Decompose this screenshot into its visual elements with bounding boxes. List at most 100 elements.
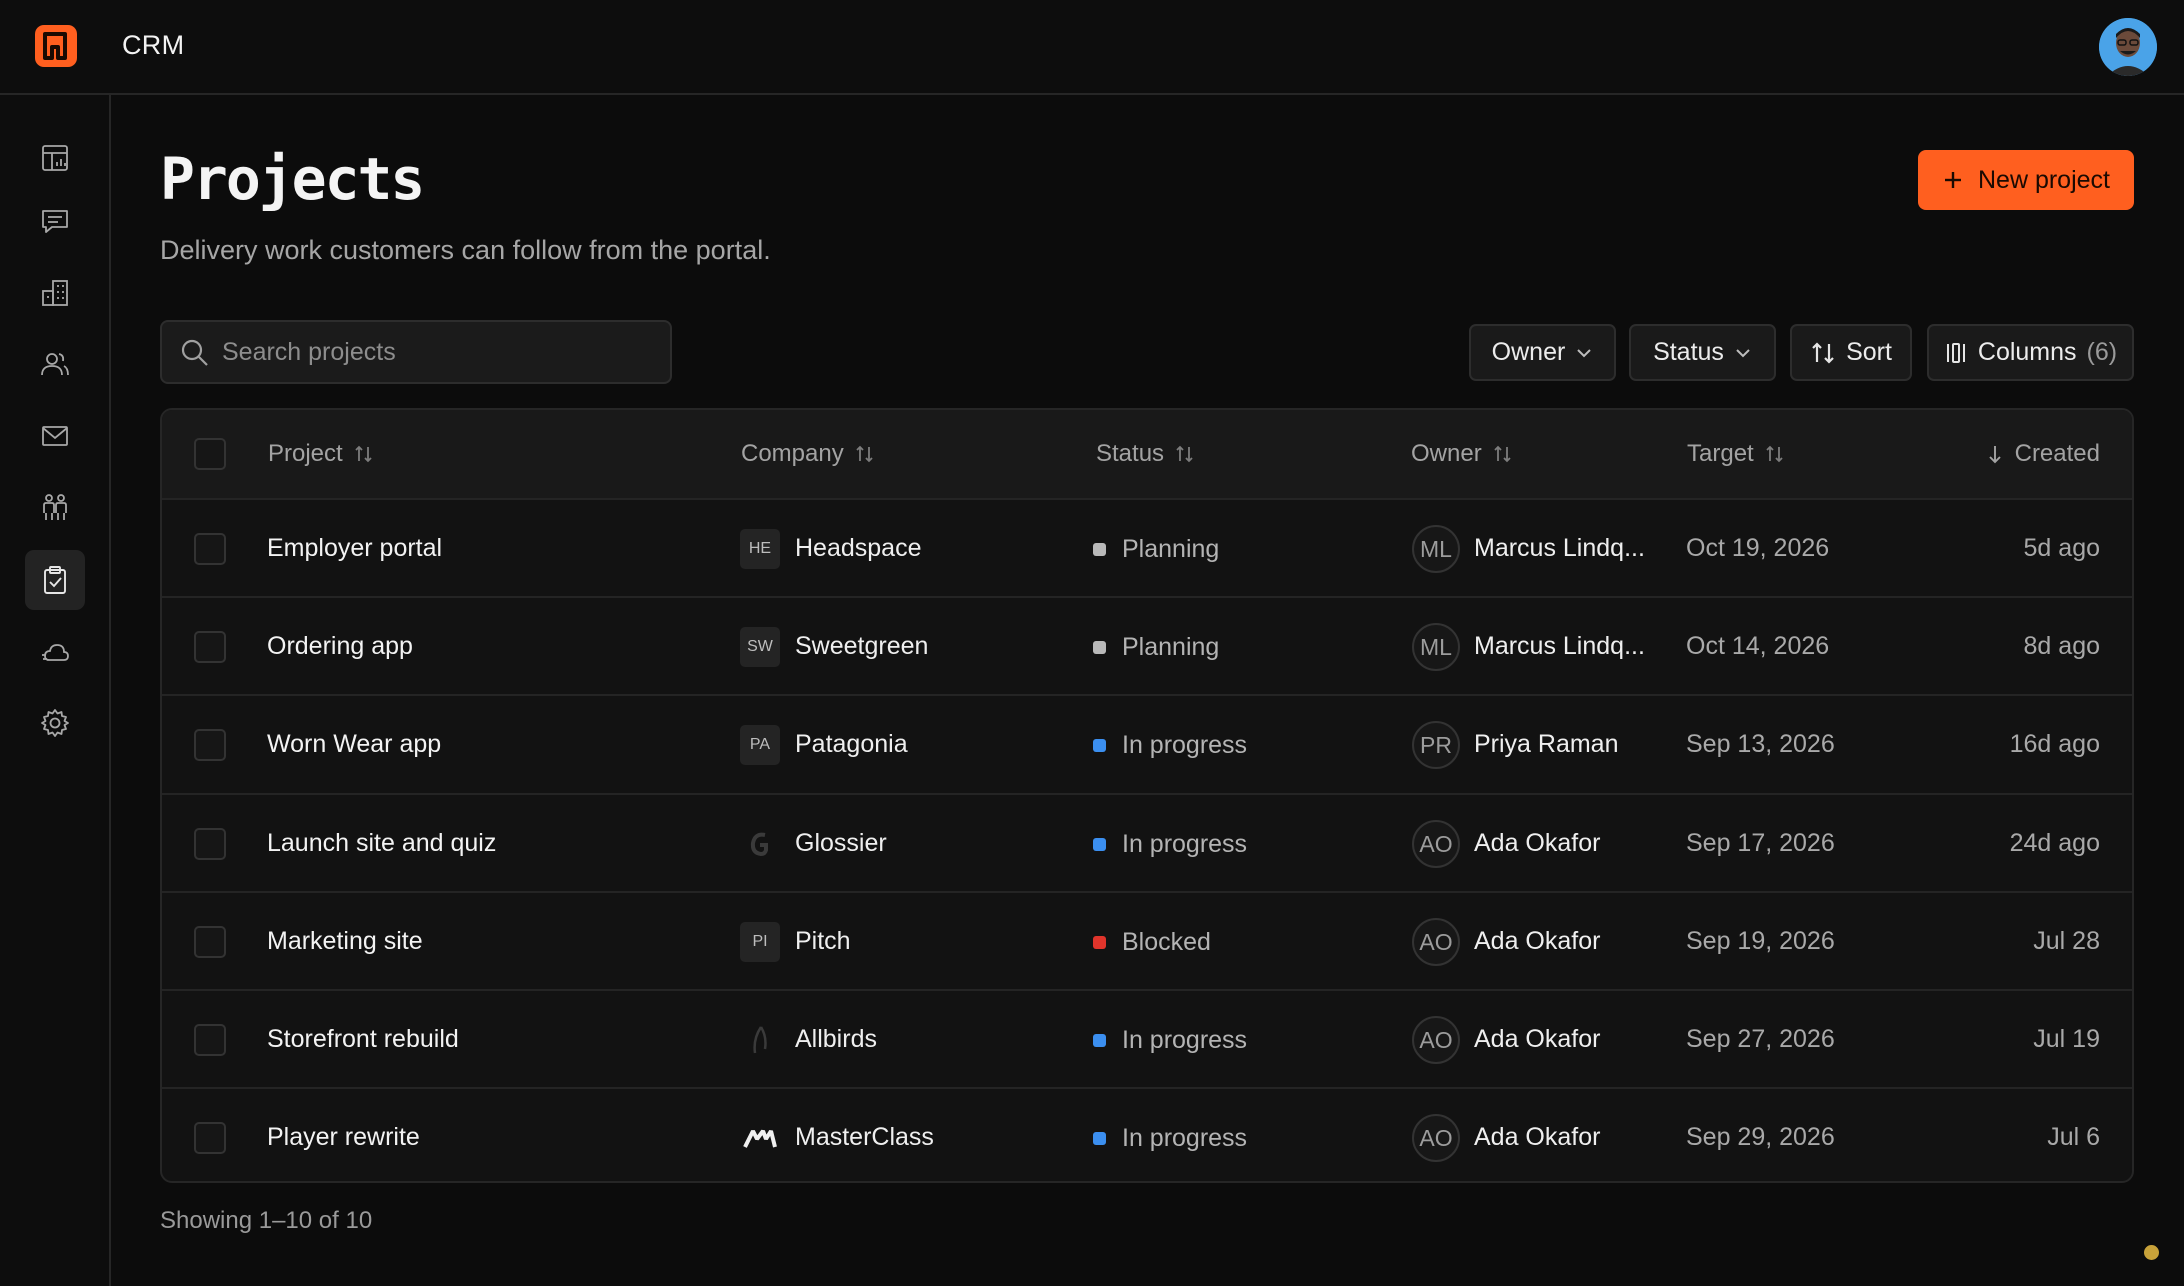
table-header: Project Company Status Owner Target Crea…: [162, 410, 2132, 498]
sidebar-item-contacts[interactable]: [25, 334, 85, 394]
project-name[interactable]: Worn Wear app: [267, 730, 441, 759]
project-name[interactable]: Marketing site: [267, 927, 423, 956]
app-logo[interactable]: [35, 25, 77, 67]
search-box[interactable]: [160, 320, 672, 384]
table-row[interactable]: Marketing site PI Pitch Blocked AO Ada O…: [162, 891, 2132, 989]
mail-icon: [42, 426, 68, 446]
row-checkbox[interactable]: [194, 729, 226, 761]
search-icon: [181, 339, 208, 366]
table-row[interactable]: Employer portal HE Headspace Planning ML…: [162, 498, 2132, 596]
status-dot: [1093, 838, 1106, 851]
company-badge: HE: [740, 529, 780, 569]
row-checkbox[interactable]: [194, 926, 226, 958]
status-label: In progress: [1122, 830, 1248, 858]
column-header-status[interactable]: Status: [1096, 440, 1196, 468]
sort-button[interactable]: Sort: [1790, 324, 1912, 381]
status-label: In progress: [1122, 1124, 1248, 1152]
sort-arrows-icon: [1766, 445, 1783, 463]
columns-button[interactable]: Columns (6): [1927, 324, 2134, 381]
new-project-label: New project: [1978, 165, 2110, 194]
gear-icon: [41, 709, 69, 737]
project-name[interactable]: Storefront rebuild: [267, 1025, 459, 1054]
column-header-target[interactable]: Target: [1687, 440, 1786, 468]
sidebar-item-projects[interactable]: [25, 550, 85, 610]
target-date: Oct 14, 2026: [1686, 632, 1830, 660]
pagination-summary: Showing 1–10 of 10: [160, 1207, 373, 1234]
select-all-checkbox[interactable]: [194, 438, 226, 470]
column-header-created[interactable]: Created: [1985, 440, 2100, 468]
status-filter-button[interactable]: Status: [1629, 324, 1776, 381]
target-date: Sep 13, 2026: [1686, 730, 1835, 758]
columns-count: (6): [2086, 338, 2118, 366]
search-input[interactable]: [222, 334, 652, 370]
project-name[interactable]: Employer portal: [267, 534, 442, 563]
column-header-label: Owner: [1411, 440, 1482, 467]
company-logo: [740, 824, 780, 864]
column-header-project[interactable]: Project: [268, 440, 375, 468]
columns-icon: [1946, 342, 1965, 363]
main-content: Projects Delivery work customers can fol…: [111, 95, 2184, 1286]
user-avatar[interactable]: [2099, 18, 2157, 76]
company-badge: PA: [740, 725, 780, 765]
table-row[interactable]: Launch site and quiz Glossier In progres…: [162, 793, 2132, 891]
sidebar-item-mail[interactable]: [25, 406, 85, 466]
table-row[interactable]: Storefront rebuild Allbirds In progress …: [162, 989, 2132, 1087]
status-dot: [1093, 739, 1106, 752]
company-logo: [740, 1118, 780, 1158]
table-row[interactable]: Player rewrite MasterClass In progress A…: [162, 1087, 2132, 1181]
company-name: Pitch: [795, 927, 851, 955]
target-date: Sep 19, 2026: [1686, 927, 1835, 955]
top-bar: CRM: [0, 0, 2184, 95]
arrow-down-icon: [1988, 446, 2001, 464]
sidebar-item-team[interactable]: [25, 477, 85, 537]
company-name: Glossier: [795, 829, 887, 857]
created-date: 24d ago: [2009, 829, 2100, 857]
project-name[interactable]: Launch site and quiz: [267, 829, 496, 858]
owner-filter-button[interactable]: Owner: [1469, 324, 1616, 381]
row-checkbox[interactable]: [194, 1122, 226, 1154]
company-name: Allbirds: [795, 1025, 877, 1053]
target-date: Sep 27, 2026: [1686, 1025, 1835, 1053]
sidebar-item-dashboard[interactable]: [25, 128, 85, 188]
sidebar-item-integrations[interactable]: [25, 622, 85, 682]
owner-avatar: PR: [1412, 721, 1460, 769]
building-icon: [42, 280, 68, 306]
status-dot: [1093, 1034, 1106, 1047]
dashboard-icon: [42, 145, 68, 171]
column-header-company[interactable]: Company: [741, 440, 876, 468]
cloud-icon: [42, 644, 69, 661]
status-indicator-dot: [2144, 1245, 2159, 1260]
created-date: Jul 19: [2033, 1025, 2100, 1053]
target-date: Oct 19, 2026: [1686, 534, 1830, 562]
project-name[interactable]: Player rewrite: [267, 1123, 420, 1152]
sidebar-item-settings[interactable]: [25, 693, 85, 753]
sidebar-item-companies[interactable]: [25, 263, 85, 323]
company-name: Headspace: [795, 534, 922, 562]
table-row[interactable]: Worn Wear app PA Patagonia In progress P…: [162, 694, 2132, 792]
status-filter-label: Status: [1653, 338, 1724, 366]
owner-avatar: ML: [1412, 525, 1460, 573]
row-checkbox[interactable]: [194, 1024, 226, 1056]
target-date: Sep 29, 2026: [1686, 1123, 1835, 1151]
sidebar-item-messages[interactable]: [25, 191, 85, 251]
owner-name: Marcus Lindq...: [1474, 534, 1645, 562]
columns-label: Columns: [1977, 338, 2077, 366]
page-subtitle: Delivery work customers can follow from …: [160, 235, 771, 265]
created-date: 5d ago: [2023, 534, 2100, 562]
column-header-label: Project: [268, 440, 343, 467]
owner-avatar: AO: [1412, 1016, 1460, 1064]
new-project-button[interactable]: New project: [1918, 150, 2134, 210]
sidebar: [0, 95, 111, 1286]
table-row[interactable]: Ordering app SW Sweetgreen Planning ML M…: [162, 596, 2132, 694]
owner-name: Ada Okafor: [1474, 1025, 1601, 1053]
sort-arrows-icon: [1176, 445, 1193, 463]
created-date: Jul 6: [2047, 1123, 2100, 1151]
column-header-owner[interactable]: Owner: [1411, 440, 1514, 468]
project-name[interactable]: Ordering app: [267, 632, 413, 661]
sort-arrows-icon: [355, 445, 372, 463]
row-checkbox[interactable]: [194, 533, 226, 565]
row-checkbox[interactable]: [194, 828, 226, 860]
row-checkbox[interactable]: [194, 631, 226, 663]
owner-name: Ada Okafor: [1474, 829, 1601, 857]
created-date: 16d ago: [2009, 730, 2100, 758]
